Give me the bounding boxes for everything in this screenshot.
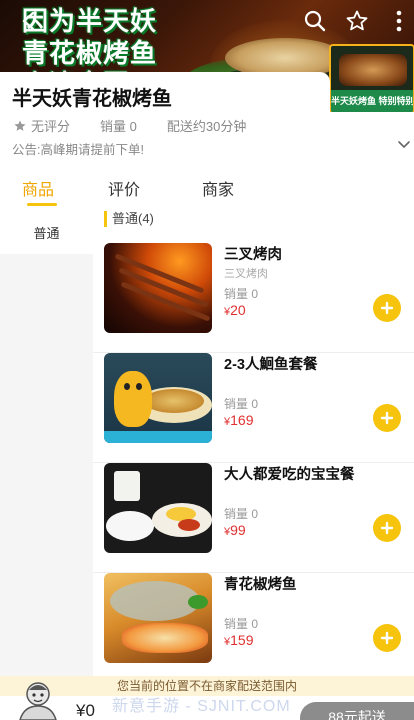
tab-reviews[interactable]: 评价 [108, 176, 140, 200]
search-button[interactable] [300, 6, 330, 36]
tab-active-indicator [27, 203, 57, 206]
product-price: ¥99 [224, 522, 246, 538]
plus-icon [380, 521, 394, 535]
tab-merchant[interactable]: 商家 [202, 176, 234, 200]
add-to-cart-button[interactable] [373, 294, 401, 322]
category-label: 普通 [33, 225, 60, 241]
product-name: 2-3人鮰鱼套餐 [224, 357, 318, 373]
plus-icon [380, 411, 394, 425]
product-item[interactable]: 三叉烤肉 三叉烤肉 销量 0 ¥20 [93, 243, 414, 353]
add-to-cart-button[interactable] [373, 624, 401, 652]
category-item-normal[interactable]: 普通 [0, 210, 93, 254]
product-image [104, 353, 212, 443]
search-icon [304, 10, 326, 32]
checkout-button[interactable]: 88元起送 [300, 702, 414, 720]
shop-name: 半天妖青花椒烤鱼 [12, 88, 172, 110]
product-description: 三叉烤肉 [224, 268, 268, 280]
star-icon [14, 119, 26, 131]
product-image [104, 243, 212, 333]
shop-logo: 半天妖烤鱼 特别特别好吃 [329, 44, 414, 114]
tab-bar: 商品 评价 商家 [0, 168, 414, 208]
cart-total: ¥0 [76, 701, 95, 720]
product-sales: 销量 0 [224, 617, 259, 631]
product-sales: 销量 0 [224, 287, 259, 301]
product-sales: 销量 0 [224, 397, 259, 411]
plus-icon [380, 631, 394, 645]
product-item[interactable]: 大人都爱吃的宝宝餐 销量 0 ¥99 [93, 463, 414, 573]
shop-sales-text: 销量 0 [100, 119, 137, 134]
product-name: 青花椒烤鱼 [224, 577, 297, 593]
delivery-time-text: 配送约30分钟 [166, 119, 247, 134]
notice-expand-button[interactable] [397, 137, 411, 156]
arrow-left-icon [22, 11, 35, 31]
cart-button[interactable] [14, 680, 62, 720]
product-price: ¥159 [224, 632, 254, 648]
product-price: ¥20 [224, 302, 246, 318]
product-image [104, 463, 212, 553]
delivery-time: 配送约30分钟 [167, 116, 246, 135]
product-item[interactable]: 2-3人鮰鱼套餐 销量 0 ¥169 [93, 353, 414, 463]
product-name: 三叉烤肉 [224, 247, 282, 263]
category-sidebar: 普通 [0, 210, 93, 720]
shop-logo-caption: 半天妖烤鱼 特别特别好吃 [331, 90, 413, 112]
add-to-cart-button[interactable] [373, 514, 401, 542]
add-to-cart-button[interactable] [373, 404, 401, 432]
product-name: 大人都爱吃的宝宝餐 [224, 467, 355, 483]
cart-avatar-icon [19, 682, 57, 720]
plus-icon [380, 301, 394, 315]
product-sales: 销量 0 [224, 507, 259, 521]
shop-stats: 无评分 销量 0 配送约30分钟 [13, 116, 276, 135]
more-vertical-icon [396, 10, 402, 32]
shop-sales: 销量 0 [100, 116, 137, 135]
favorite-button[interactable] [342, 6, 372, 36]
tab-products[interactable]: 商品 [22, 176, 54, 200]
star-outline-icon [346, 10, 368, 31]
rating: 无评分 [13, 116, 70, 135]
more-button[interactable] [384, 6, 414, 36]
product-image [104, 573, 212, 663]
chevron-down-icon [398, 141, 410, 149]
back-button[interactable] [14, 6, 44, 36]
shop-notice: 公告:高峰期请提前下单! [12, 143, 144, 157]
rating-text: 无评分 [31, 119, 71, 134]
product-price: ¥169 [224, 412, 254, 428]
product-item[interactable]: 青花椒烤鱼 销量 0 ¥159 [93, 573, 414, 683]
section-title: 普通(4) [104, 211, 154, 227]
watermark: 新意手游 - SJNIT.COM [112, 698, 291, 715]
